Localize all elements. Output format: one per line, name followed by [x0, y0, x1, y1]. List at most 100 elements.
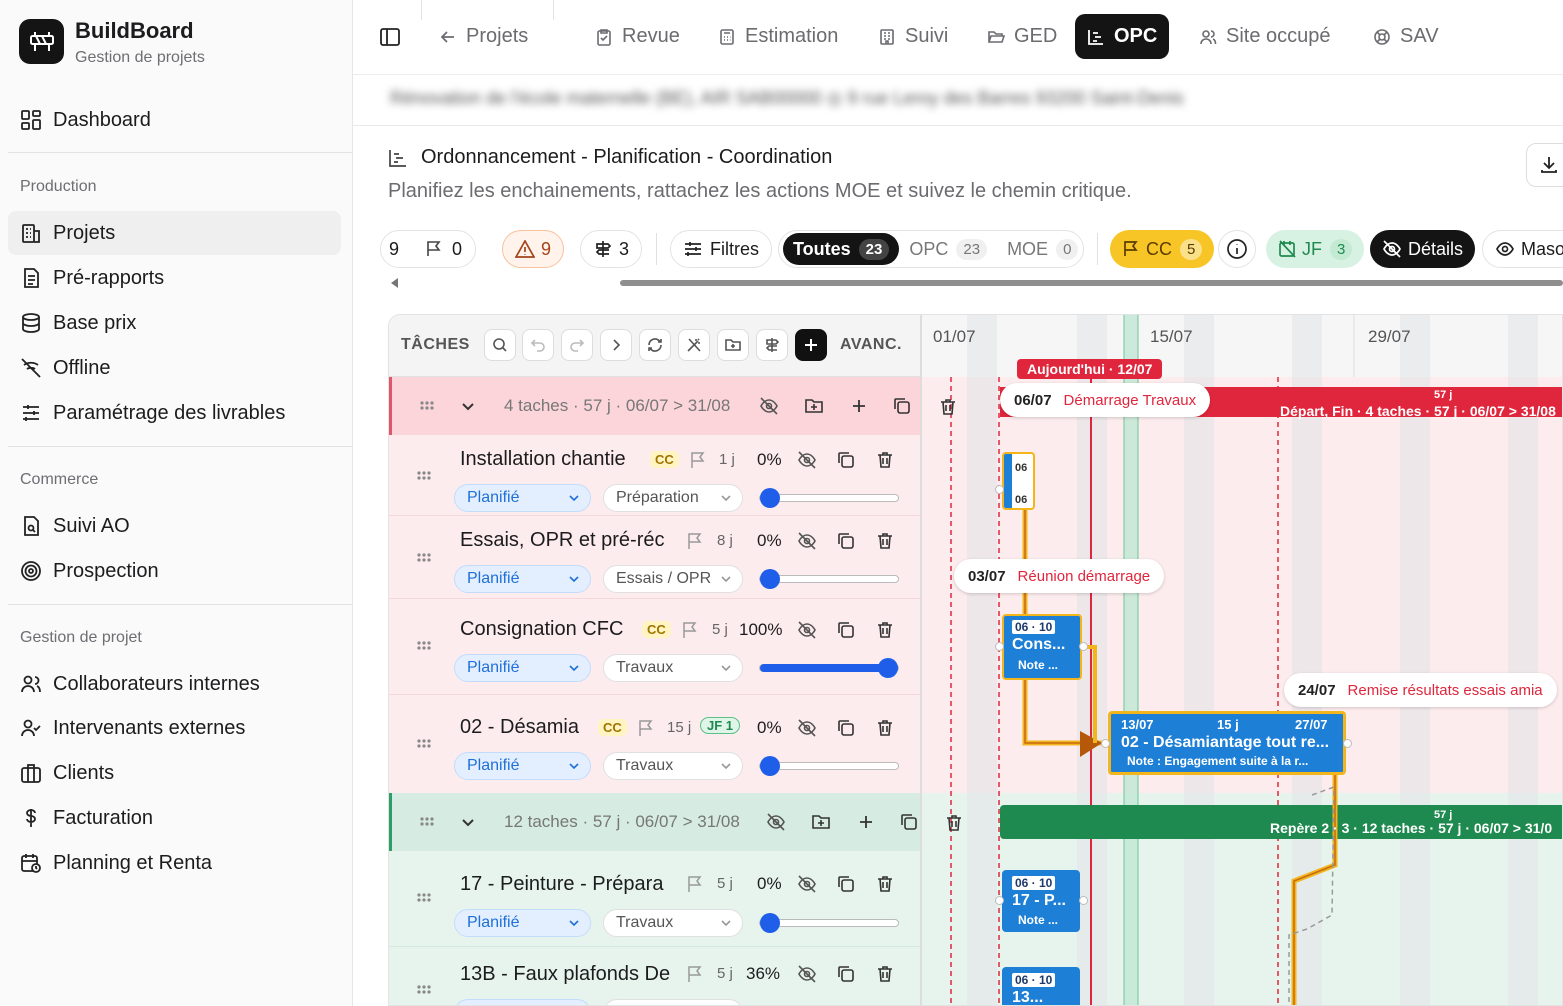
eye-off-icon[interactable] — [797, 620, 817, 640]
eye-off-icon[interactable] — [797, 450, 817, 470]
task-row[interactable]: 02 - Désamia CC 15 j JF 1 0% Planifié Tr… — [389, 695, 920, 793]
task-bar-faux-plafonds[interactable]: 06 · 10 13... — [1002, 967, 1080, 1005]
copy-icon[interactable] — [836, 964, 856, 984]
eye-off-icon[interactable] — [797, 964, 817, 984]
link-handle[interactable] — [1101, 739, 1110, 748]
group-row[interactable]: 4 taches · 57 j · 06/07 > 31/08 — [389, 377, 920, 435]
copy-icon[interactable] — [836, 450, 856, 470]
drag-handle-icon[interactable] — [415, 889, 433, 907]
task-bar-peinture[interactable]: 06 · 10 17 - P... Note ... — [1002, 870, 1080, 932]
tab-suivi[interactable]: Suivi — [866, 14, 960, 59]
next-button[interactable] — [600, 329, 632, 361]
phase-select[interactable]: Travaux — [603, 752, 743, 780]
plus-icon[interactable] — [856, 812, 876, 832]
status-select[interactable]: Planifié — [454, 565, 591, 593]
sidebar-item-dashboard[interactable]: Dashboard — [8, 98, 341, 142]
task-bar-consignation[interactable]: 06 · 10 Cons... Note ... — [1002, 614, 1082, 680]
flag-icon[interactable] — [685, 874, 705, 894]
sidebar-item-livrables[interactable]: Paramétrage des livrables — [8, 391, 341, 435]
add-milestone-button[interactable] — [756, 329, 788, 361]
milestone-label[interactable]: 03/07 Réunion démarrage — [954, 559, 1165, 593]
eye-off-icon[interactable] — [797, 531, 817, 551]
trash-icon[interactable] — [875, 718, 895, 738]
trash-icon[interactable] — [938, 397, 958, 417]
drag-handle-icon[interactable] — [415, 981, 433, 999]
phase-select[interactable]: Travaux — [603, 909, 743, 937]
auto-schedule-button[interactable] — [678, 329, 710, 361]
app-logo[interactable] — [19, 19, 64, 64]
link-handle[interactable] — [1079, 896, 1088, 905]
sidebar-item-projets[interactable]: Projets — [8, 211, 341, 255]
status-select[interactable]: Planifié — [454, 909, 591, 937]
task-row[interactable]: Consignation CFC CC 5 j 100% Planifié Tr… — [389, 599, 920, 695]
scroll-left-arrow[interactable] — [391, 278, 398, 288]
slider-knob[interactable] — [760, 569, 780, 589]
filter-moe[interactable]: MOE 0 — [997, 238, 1088, 260]
sidebar-item-prospection[interactable]: Prospection — [8, 549, 341, 593]
eye-off-icon[interactable] — [759, 396, 779, 416]
drag-handle-icon[interactable] — [415, 735, 433, 753]
trash-icon[interactable] — [944, 813, 964, 833]
tab-site-occupe[interactable]: Site occupé — [1187, 14, 1343, 59]
trash-icon[interactable] — [875, 531, 895, 551]
task-row[interactable]: Essais, OPR et pré-réc 8 j 0% Planifié E… — [389, 516, 920, 599]
task-name[interactable]: Consignation CFC — [460, 618, 635, 641]
cc-filter-pill[interactable]: CC 5 — [1110, 230, 1215, 268]
trash-icon[interactable] — [875, 964, 895, 984]
task-name[interactable]: Essais, OPR et pré-réc — [460, 529, 675, 552]
drag-handle-icon[interactable] — [418, 813, 436, 831]
trash-icon[interactable] — [875, 620, 895, 640]
tab-ged[interactable]: GED — [975, 14, 1069, 59]
tab-opc[interactable]: OPC — [1075, 14, 1170, 59]
redo-button[interactable] — [561, 329, 593, 361]
sidebar-item-clients[interactable]: Clients — [8, 751, 341, 795]
drag-handle-icon[interactable] — [418, 397, 436, 415]
slider-knob[interactable] — [760, 913, 780, 933]
flag-icon[interactable] — [688, 450, 708, 470]
progress-slider[interactable] — [759, 488, 899, 508]
status-select[interactable]: Planifié — [454, 484, 591, 512]
folder-plus-icon[interactable] — [811, 812, 831, 832]
eye-off-icon[interactable] — [766, 812, 786, 832]
tab-sav[interactable]: SAV — [1361, 14, 1451, 59]
drag-handle-icon[interactable] — [415, 637, 433, 655]
trash-icon[interactable] — [875, 874, 895, 894]
milestone-label[interactable]: 24/07 Remise résultats essais amia — [1284, 673, 1557, 707]
task-name[interactable]: 17 - Peinture - Prépara — [460, 873, 675, 896]
flag-icon[interactable] — [685, 964, 705, 984]
flag-icon[interactable] — [636, 718, 656, 738]
sidebar-item-offline[interactable]: Offline — [8, 346, 341, 390]
sidebar-item-collaborateurs[interactable]: Collaborateurs internes — [8, 662, 341, 706]
copy-icon[interactable] — [836, 620, 856, 640]
task-row[interactable]: 17 - Peinture - Prépara 5 j 0% Planifié … — [389, 851, 920, 947]
copy-icon[interactable] — [836, 531, 856, 551]
phase-select[interactable] — [603, 999, 743, 1005]
link-handle[interactable] — [995, 642, 1004, 651]
eye-off-icon[interactable] — [797, 874, 817, 894]
task-name[interactable]: 13B - Faux plafonds De — [460, 963, 670, 986]
status-select[interactable]: Planifié — [454, 752, 591, 780]
flag-icon[interactable] — [680, 620, 700, 640]
link-handle[interactable] — [1079, 642, 1088, 651]
progress-slider[interactable] — [759, 913, 899, 933]
link-handle[interactable] — [995, 896, 1004, 905]
add-task-button[interactable] — [795, 329, 827, 361]
task-row[interactable]: 13B - Faux plafonds De 5 j 36% — [389, 947, 920, 1005]
warnings-pill[interactable]: 9 — [502, 230, 565, 268]
sidebar-toggle-button[interactable] — [379, 26, 401, 53]
task-row[interactable]: Installation chantie CC 1 j 0% Planifié … — [389, 435, 920, 516]
drag-handle-icon[interactable] — [415, 467, 433, 485]
sidebar-item-intervenants[interactable]: Intervenants externes — [8, 706, 341, 750]
chevron-down-icon[interactable] — [458, 812, 478, 832]
phase-select[interactable]: Travaux — [603, 654, 743, 682]
add-group-button[interactable] — [717, 329, 749, 361]
phase-select[interactable]: Préparation — [603, 484, 743, 512]
copy-icon[interactable] — [836, 718, 856, 738]
sidebar-item-baseprix[interactable]: Base prix — [8, 301, 341, 345]
masquer-toggle[interactable]: Maso — [1482, 230, 1563, 268]
signposts-pill[interactable]: 3 — [580, 230, 643, 268]
jf-filter-pill[interactable]: JF 3 — [1266, 230, 1365, 268]
status-select[interactable] — [454, 999, 591, 1005]
info-button[interactable] — [1218, 230, 1256, 268]
copy-icon[interactable] — [836, 874, 856, 894]
